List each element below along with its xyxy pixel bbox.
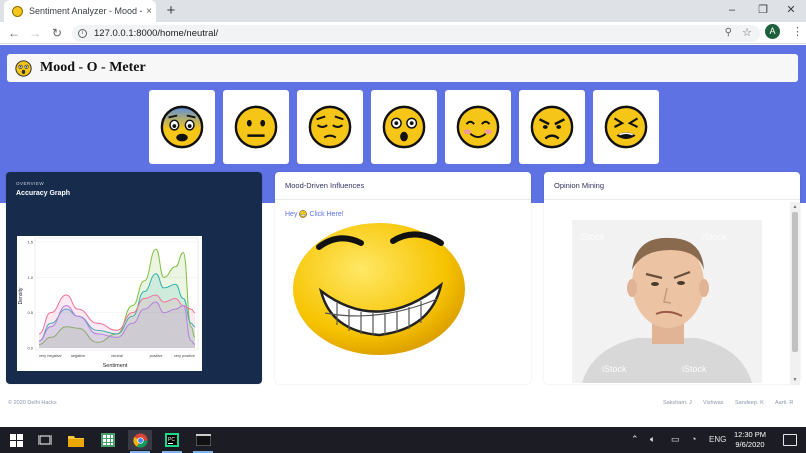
y-tick-label: 0.5 [27,310,33,315]
battery-icon[interactable]: ▭ [671,434,680,445]
x-tick-label: very negative [39,354,62,358]
back-icon[interactable]: ← [6,25,22,41]
astonished-face-icon [382,105,426,149]
file-explorer-icon[interactable] [64,430,88,450]
address-bar-row: ← → ↻ i 127.0.0.1:8000/home/neutral/ ⚲ ☆ [0,22,806,44]
profile-avatar[interactable]: A [765,24,780,39]
accuracy-card: OVERVIEW Accuracy Graph 0.0 0.5 1.0 1.5 ver… [6,172,262,384]
scrollbar-thumb[interactable] [792,212,798,352]
y-axis-label: Density [18,287,24,304]
url-text: 127.0.0.1:8000/home/neutral/ [94,28,219,39]
pensive-face-icon [308,105,352,149]
show-hidden-icons-icon[interactable]: ⌃ [631,434,639,445]
stock-watermark: iStock [682,364,707,374]
chrome-icon[interactable] [128,430,152,453]
brand-title: Mood - O - Meter [40,60,146,75]
restore-button[interactable]: ❐ [748,0,778,22]
copyright-text: © 2020 Delhi Hacks [8,400,57,406]
network-icon[interactable]: ◔ [691,434,696,444]
mood-tile-pensive[interactable] [297,90,363,164]
x-ticks: very negative negative neutral positive very… [39,354,195,358]
card-title: Opinion Mining [544,172,800,200]
y-tick-label: 0.0 [27,346,33,351]
page-scrollbar[interactable]: ▲ ▼ [790,202,800,385]
system-clock[interactable]: 12:30 PM 9/6/2020 [727,430,773,450]
forward-icon[interactable]: → [27,25,43,41]
card-title: Mood-Driven Influences [275,172,531,200]
smiling-face-icon [456,105,500,149]
credit-link[interactable]: Saksham. J [663,400,692,406]
close-window-button[interactable]: ✕ [776,0,806,22]
credit-link[interactable]: Sandeep. K [735,400,764,406]
influences-card: Mood-Driven Influences Hey Click Here! [275,172,531,384]
zoom-icon[interactable]: ⚲ [725,27,732,38]
mood-tile-tired[interactable] [593,90,659,164]
fearful-face-icon [160,105,204,149]
url-input[interactable]: i 127.0.0.1:8000/home/neutral/ ⚲ ☆ [72,25,760,42]
volume-icon[interactable]: 🔈︎ [650,434,655,445]
card-overline: OVERVIEW [16,181,45,186]
accuracy-chart: 0.0 0.5 1.0 1.5 very negative negative neutra… [17,236,202,371]
tired-face-icon [604,105,648,149]
menu-kebab-icon[interactable]: ⋮ [792,25,803,38]
mood-tile-astonished[interactable] [371,90,437,164]
opinion-card: Opinion Mining iStock iStock iStock iSto… [544,172,800,384]
opinion-photo: iStock iStock iStock iStock [572,220,762,383]
browser-tab-strip: Sentiment Analyzer - Mood - O × + – ❐ ✕ [0,0,806,22]
y-tick-label: 1.0 [27,275,33,280]
windows-start-icon[interactable] [4,430,28,450]
tab-title: Sentiment Analyzer - Mood - O [29,6,142,16]
stock-watermark: iStock [702,232,727,242]
mood-tile-angry[interactable] [519,90,585,164]
terminal-icon[interactable] [191,430,215,453]
windows-taskbar: PC ⌃ 🔈︎ ▭ ◔ ENG 12:30 PM 9/6/2020 [0,427,806,453]
pycharm-icon[interactable]: PC [160,430,184,453]
x-tick-label: neutral [111,354,123,358]
stock-watermark: iStock [602,364,627,374]
x-axis-label: Sentiment [103,363,128,369]
scroll-down-icon[interactable]: ▼ [791,377,799,383]
x-tick-label: negative [71,354,85,358]
neutral-face-icon [234,105,278,149]
language-indicator[interactable]: ENG [709,435,726,444]
y-tick-label: 1.5 [27,240,33,245]
browser-tab[interactable]: Sentiment Analyzer - Mood - O × [4,0,156,22]
mood-tile-fearful[interactable] [149,90,215,164]
calculator-icon[interactable] [96,430,120,450]
x-tick-label: very positive [174,354,195,358]
navbar-brand[interactable]: Mood - O - Meter [7,54,798,82]
card-title: Accuracy Graph [16,190,71,197]
tab-close-icon[interactable]: × [142,6,156,17]
credit-link[interactable]: Aarti. R [775,400,793,406]
bookmark-star-icon[interactable]: ☆ [742,26,752,39]
big-smiley-icon [293,223,465,355]
reload-icon[interactable]: ↻ [49,25,65,41]
x-tick-label: positive [150,354,163,358]
web-page: Mood - O - Meter OVERVIEW Accuracy Graph… [0,45,806,427]
y-ticks: 0.0 0.5 1.0 1.5 [27,240,33,351]
favicon-icon [12,5,23,17]
page-footer: © 2020 Delhi Hacks Saksham. J Vishwas Sa… [0,394,806,412]
info-icon[interactable]: i [78,29,87,38]
minimize-button[interactable]: – [717,0,747,22]
notification-center-icon[interactable] [783,434,797,446]
svg-text:PC: PC [168,437,175,443]
scroll-up-icon[interactable]: ▲ [791,204,799,210]
density-chart: 0.0 0.5 1.0 1.5 very negative negative neutra… [18,237,199,369]
person-portrait-image: iStock iStock iStock iStock [572,220,762,383]
mood-tile-neutral[interactable] [223,90,289,164]
astonished-face-icon [15,59,32,77]
task-view-icon[interactable] [33,430,57,450]
new-tab-button[interactable]: + [163,3,179,19]
angry-face-icon [530,105,574,149]
credit-link[interactable]: Vishwas [703,400,723,406]
clock-date: 9/6/2020 [735,440,765,449]
clock-time: 12:30 PM [733,430,767,439]
mood-tile-smiling[interactable] [445,90,511,164]
stock-watermark: iStock [580,232,605,242]
